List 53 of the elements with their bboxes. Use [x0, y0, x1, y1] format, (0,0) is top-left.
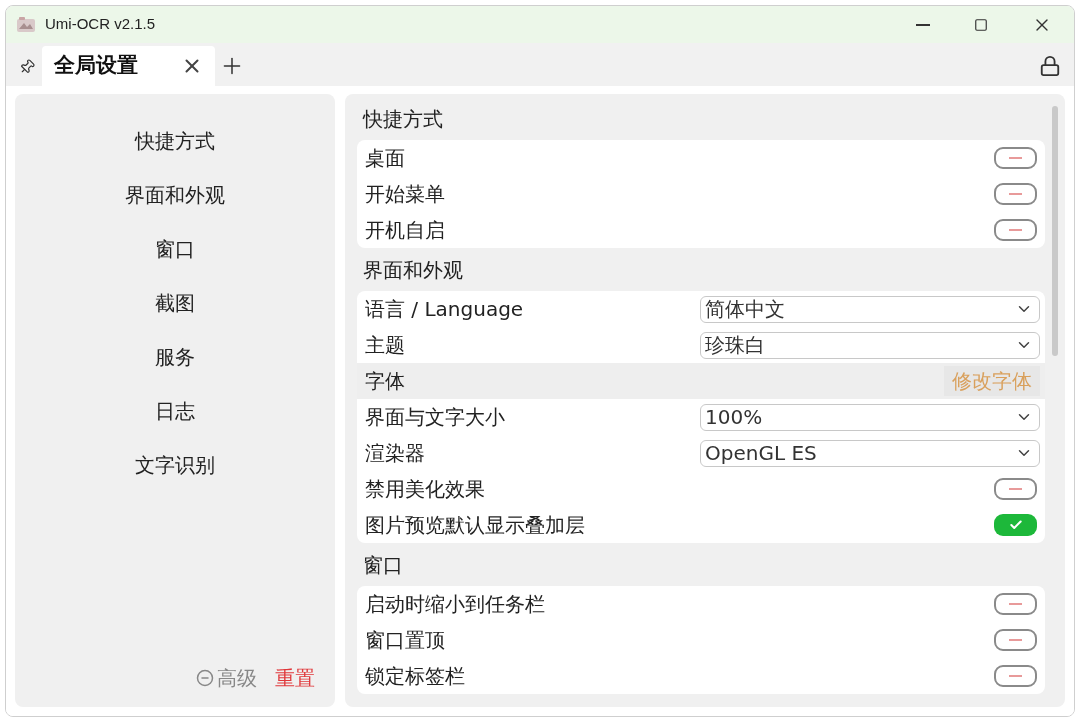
dropdown[interactable]: OpenGL ES — [700, 439, 1040, 467]
dropdown[interactable]: 100% — [700, 403, 1040, 431]
nav-item[interactable]: 日志 — [15, 384, 335, 438]
toggle-switch[interactable] — [994, 478, 1037, 500]
nav-item[interactable]: 截图 — [15, 276, 335, 330]
toggle-switch[interactable] — [994, 219, 1037, 241]
toggle-switch[interactable] — [994, 514, 1037, 536]
setting-label: 开机自启 — [365, 217, 445, 244]
minimize-icon — [916, 23, 930, 26]
subheader-label: 字体 — [365, 368, 405, 395]
toggle-switch[interactable] — [994, 147, 1037, 169]
app-logo-icon — [16, 15, 36, 34]
dash-icon — [1009, 157, 1022, 159]
setting-label: 禁用美化效果 — [365, 476, 485, 503]
dash-icon — [1009, 639, 1022, 641]
scrollbar-thumb[interactable] — [1052, 106, 1058, 356]
setting-label: 图片预览默认显示叠加层 — [365, 512, 585, 539]
dash-icon — [1009, 488, 1022, 490]
nav-item[interactable]: 服务 — [15, 330, 335, 384]
check-icon — [1008, 518, 1023, 532]
section-title: 窗口 — [363, 552, 403, 579]
minus-circle-icon — [196, 669, 214, 687]
dash-icon — [1009, 229, 1022, 231]
nav-item[interactable]: 界面和外观 — [15, 168, 335, 222]
maximize-icon — [974, 17, 988, 32]
toggle-switch[interactable] — [994, 665, 1037, 687]
setting-label: 开始菜单 — [365, 181, 445, 208]
dropdown[interactable]: 简体中文 — [700, 295, 1040, 323]
window-title: Umi-OCR v2.1.5 — [45, 14, 156, 35]
dash-icon — [1009, 603, 1022, 605]
dash-icon — [1009, 193, 1022, 195]
setting-label: 语言 / Language — [365, 296, 524, 323]
nav-item[interactable]: 窗口 — [15, 222, 335, 276]
toggle-switch[interactable] — [994, 183, 1037, 205]
lock-icon — [1039, 55, 1061, 77]
setting-label: 启动时缩小到任务栏 — [365, 591, 545, 618]
setting-label: 界面与文字大小 — [365, 404, 505, 431]
reset-button[interactable]: 重置 — [275, 663, 315, 693]
setting-label: 桌面 — [365, 145, 405, 172]
section-title: 界面和外观 — [363, 257, 463, 284]
dropdown[interactable]: 珍珠白 — [700, 331, 1040, 359]
nav-item[interactable]: 快捷方式 — [15, 114, 335, 168]
tab-label: 全局设置 — [54, 52, 138, 80]
toggle-switch[interactable] — [994, 593, 1037, 615]
setting-label: 锁定标签栏 — [365, 663, 465, 690]
setting-label: 窗口置顶 — [365, 627, 445, 654]
tab[interactable]: 全局设置 — [42, 46, 215, 86]
setting-label: 渲染器 — [365, 440, 425, 467]
dash-icon — [1009, 675, 1022, 677]
setting-label: 主题 — [365, 332, 405, 359]
section-title: 快捷方式 — [363, 106, 443, 133]
nav-item[interactable]: 文字识别 — [15, 438, 335, 492]
toggle-switch[interactable] — [994, 629, 1037, 651]
